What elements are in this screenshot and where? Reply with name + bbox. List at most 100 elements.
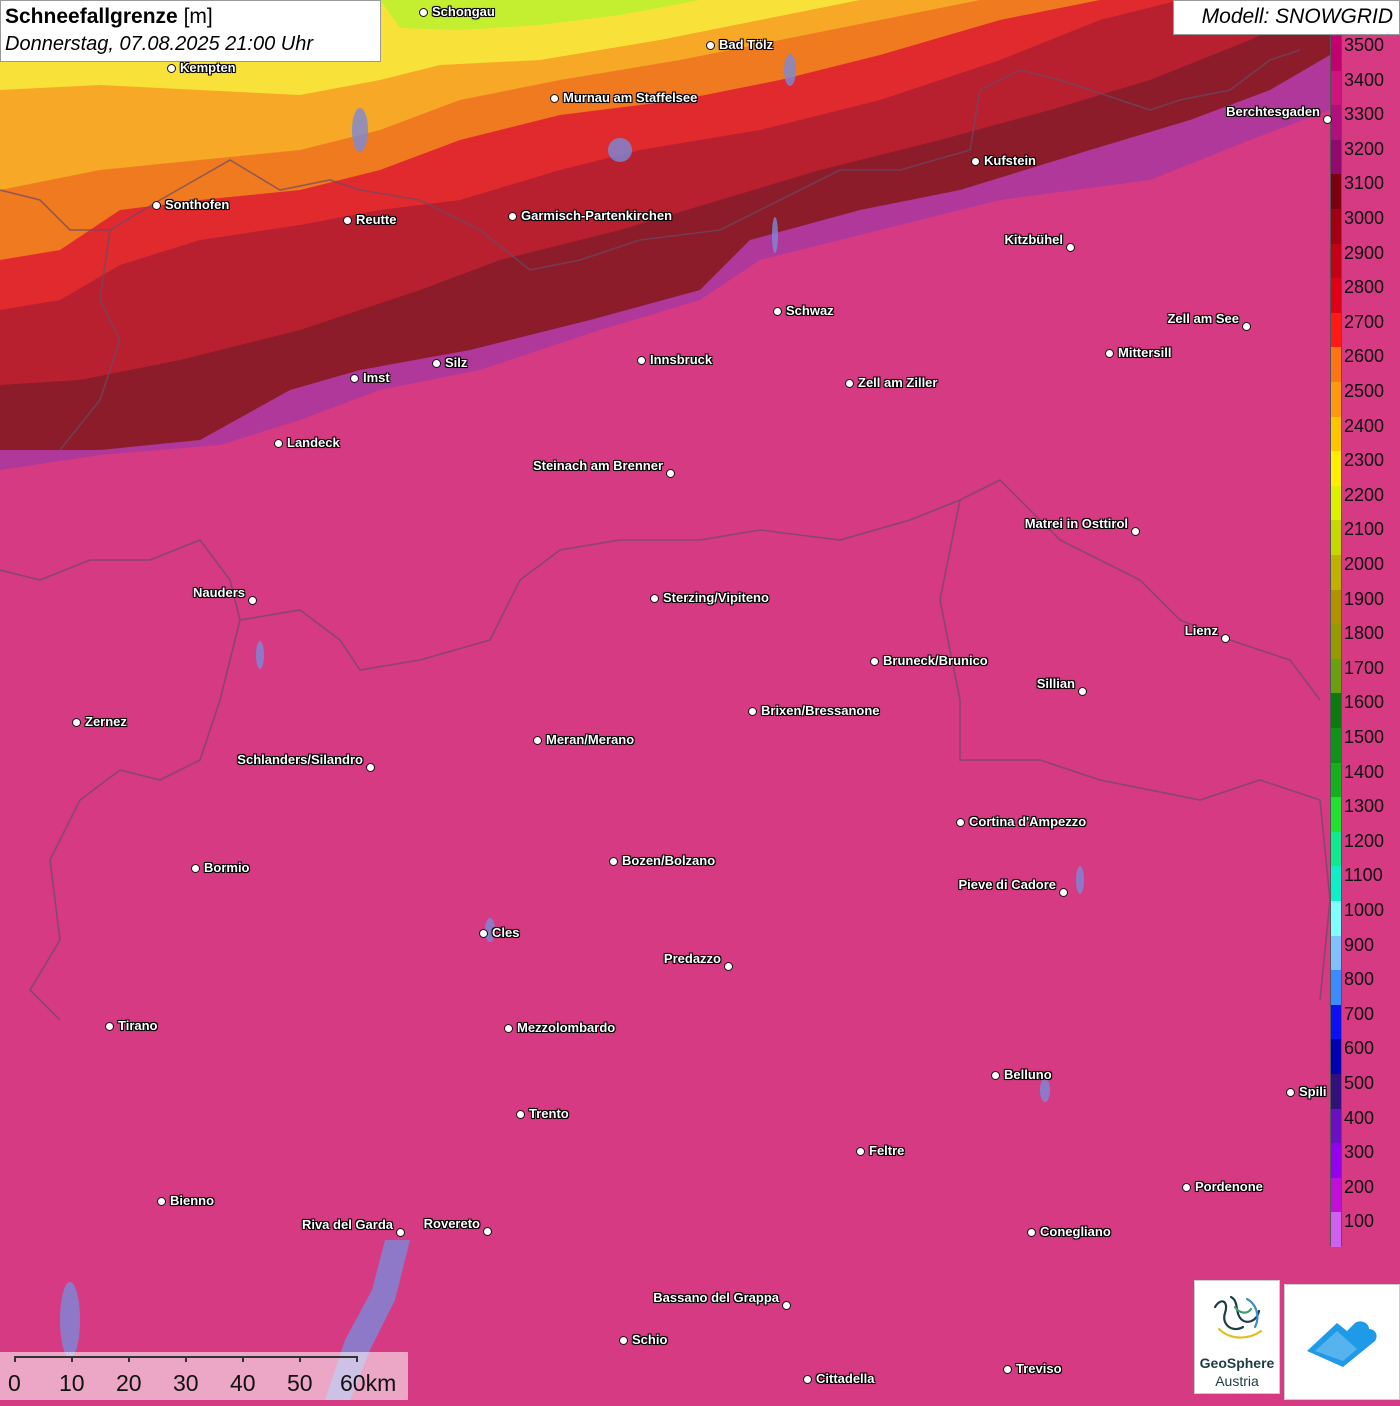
city-name: Kufstein (984, 153, 1036, 168)
title-unit: [m] (183, 5, 213, 28)
city-dot-icon (152, 201, 161, 210)
city-dot-icon (72, 718, 81, 727)
city-name: Schio (632, 1332, 668, 1347)
legend-swatch (1331, 1177, 1341, 1213)
legend-swatch (1331, 901, 1341, 937)
legend-label: 2300 (1344, 450, 1385, 471)
city-dot-icon (619, 1336, 628, 1345)
city-name: Mezzolombardo (517, 1020, 616, 1035)
color-legend: 3500 3400 3300 3200 3100 3000 2900 2800 2700 2600… (1328, 35, 1400, 1248)
geosphere-logo: GeoSphere Austria (1194, 1280, 1280, 1394)
geosphere-logo-name: GeoSphere (1199, 1355, 1275, 1371)
city-name: Brixen/Bressanone (761, 703, 880, 718)
legend-label: 1100 (1344, 865, 1383, 886)
legend-label: 100 (1344, 1211, 1375, 1232)
legend-swatch (1331, 174, 1341, 210)
city-name: Sterzing/Vipiteno (663, 590, 769, 605)
legend-label: 1000 (1344, 900, 1385, 920)
city-name: Lienz (1184, 623, 1218, 638)
scale-label: 0 (8, 1370, 21, 1396)
city-name: Sonthofen (165, 197, 230, 212)
city-dot-icon (724, 962, 733, 971)
city-name: Innsbruck (650, 352, 713, 367)
city-name: Schlanders/Silandro (237, 752, 363, 767)
city-name: Matrei in Osttirol (1024, 516, 1128, 531)
city-name: Schwaz (786, 303, 834, 318)
legend-label: 500 (1344, 1073, 1375, 1093)
city-name: Imst (363, 370, 390, 385)
scale-label: 50 (287, 1370, 313, 1396)
city-name: Murnau am Staffelsee (563, 90, 698, 105)
city-name: Spili (1299, 1084, 1327, 1099)
legend-swatch (1331, 382, 1341, 418)
legend-swatch (1331, 728, 1341, 764)
city-dot-icon (432, 359, 441, 368)
city-name: Bassano del Grappa (653, 1290, 779, 1305)
legend-label: 200 (1344, 1176, 1375, 1197)
legend-swatch (1331, 624, 1341, 660)
legend-swatch (1331, 658, 1341, 694)
legend-swatch (1331, 243, 1341, 279)
city-dot-icon (1131, 527, 1140, 536)
city-name: Belluno (1004, 1067, 1052, 1082)
legend-label: 3200 (1344, 138, 1385, 159)
city-name: Riva del Garda (301, 1217, 393, 1232)
city-dot-icon (1323, 115, 1332, 124)
city-name: Bormio (204, 860, 250, 875)
city-dot-icon (1003, 1365, 1012, 1374)
city-dot-icon (1059, 888, 1068, 897)
city-name: Silz (445, 355, 468, 370)
city-name: Rovereto (423, 1216, 480, 1231)
legend-swatch (1331, 970, 1341, 1006)
city-name: Berchtesgaden (1226, 104, 1320, 119)
city-dot-icon (1221, 634, 1230, 643)
city-dot-icon (650, 594, 659, 603)
legend-label: 700 (1344, 1003, 1375, 1024)
legend-label: 1600 (1344, 692, 1385, 713)
city-name: Pordenone (1195, 1179, 1263, 1194)
legend-label: 1900 (1344, 588, 1385, 609)
legend-swatch (1331, 70, 1341, 106)
legend-swatch (1331, 36, 1341, 72)
city-dot-icon (274, 439, 283, 448)
legend-label: 3000 (1344, 208, 1385, 228)
city-dot-icon (483, 1227, 492, 1236)
legend-label: 2700 (1344, 311, 1385, 332)
scale-tick (356, 1356, 358, 1362)
city-dot-icon (419, 8, 428, 17)
legend-swatch (1331, 589, 1341, 625)
legend-label: 2600 (1344, 346, 1385, 367)
legend-label: 2500 (1344, 381, 1385, 401)
legend-swatch (1331, 312, 1341, 348)
legend-swatch (1331, 139, 1341, 175)
legend-label: 2800 (1344, 277, 1385, 298)
geosphere-logo-icon (1213, 1295, 1263, 1339)
city-dot-icon (856, 1147, 865, 1156)
city-name: Mittersill (1118, 345, 1172, 360)
city-name: Bruneck/Brunico (883, 653, 988, 668)
legend-label: 900 (1344, 934, 1375, 955)
legend-swatch (1331, 1143, 1341, 1179)
city-name: Kempten (180, 60, 236, 75)
legend-label: 3300 (1344, 104, 1385, 125)
city-dot-icon (870, 657, 879, 666)
legend-swatch (1331, 416, 1341, 452)
legend-swatch (1331, 762, 1341, 798)
legend-swatch (1331, 935, 1341, 971)
city-dot-icon (1105, 349, 1114, 358)
legend-swatch (1331, 347, 1341, 383)
city-name: Zell am Ziller (858, 375, 938, 390)
city-name: Zell am See (1167, 311, 1239, 326)
legend-label: 1700 (1344, 657, 1385, 678)
city-dot-icon (956, 818, 965, 827)
legend-swatch (1331, 520, 1341, 556)
city-name: Predazzo (663, 951, 721, 966)
city-dot-icon (396, 1228, 405, 1237)
legend-label: 1200 (1344, 830, 1385, 851)
title-bold: Schneefallgrenze (5, 5, 178, 28)
city-dot-icon (1286, 1088, 1295, 1097)
legend-label: 2200 (1344, 484, 1385, 505)
city-name: Meran/Merano (546, 732, 635, 747)
legend-swatch (1331, 278, 1341, 314)
scale-label: 30 (173, 1370, 199, 1396)
